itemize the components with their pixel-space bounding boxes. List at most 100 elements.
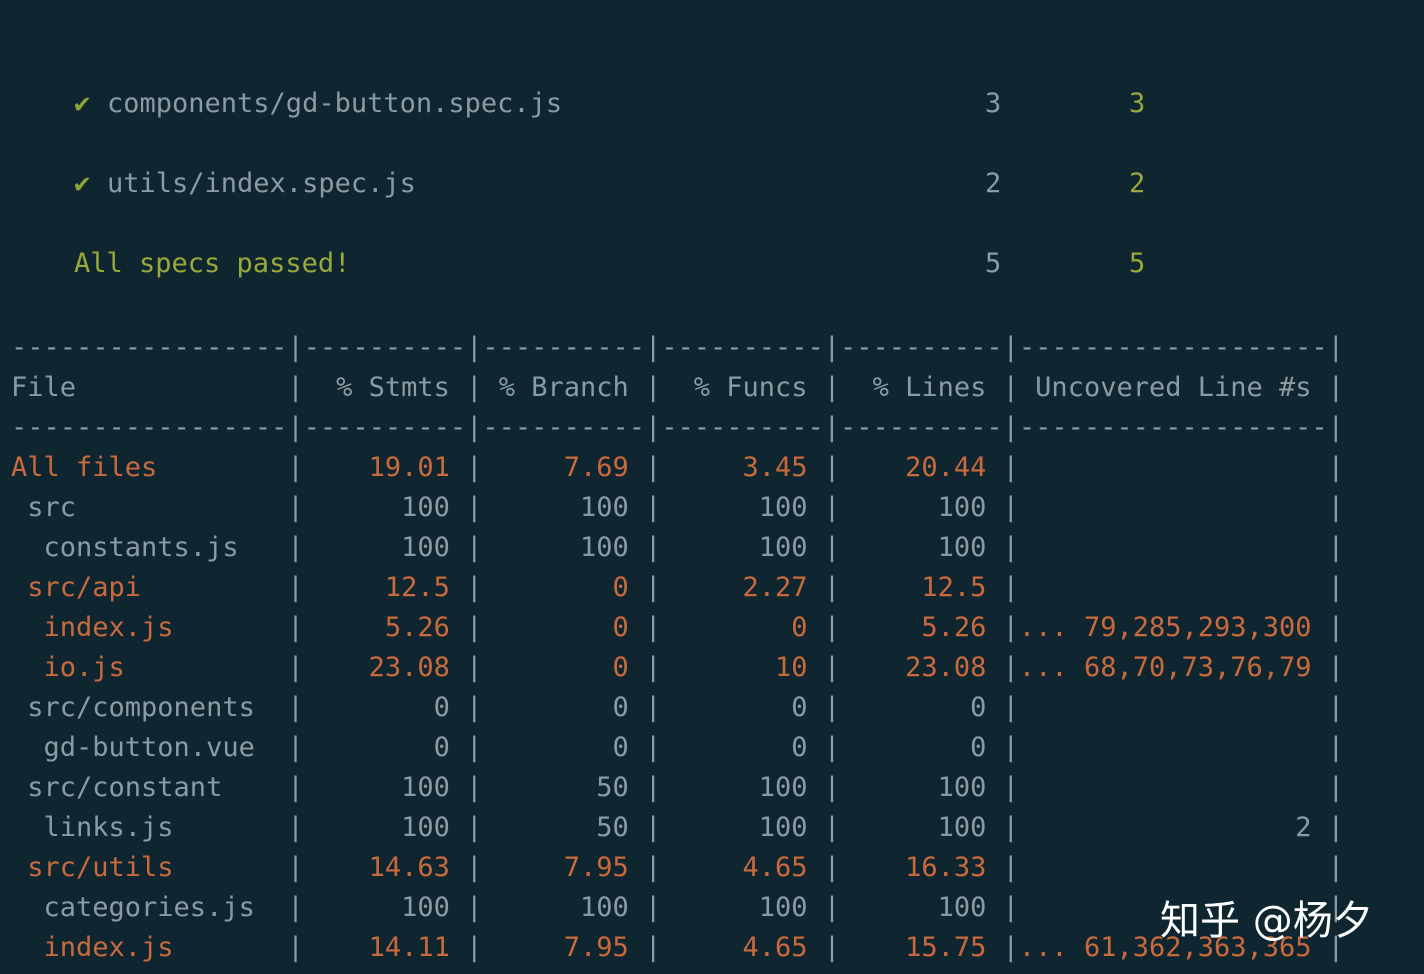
header-4: % Lines (840, 372, 1003, 403)
row-value: 100 (840, 892, 1003, 923)
column-divider: | (466, 652, 483, 683)
column-divider: | (287, 852, 304, 883)
row-value: 100 (303, 812, 467, 843)
table-row: src/utils | 14.63 | 7.95 | 4.65 | 16.33 … (11, 848, 1344, 888)
column-divider: | (466, 852, 483, 883)
row-value: 100 (840, 772, 1003, 803)
column-divider: | (1327, 772, 1345, 803)
column-divider: | (645, 692, 662, 723)
row-value: 100 (661, 892, 824, 923)
row-uncovered (1019, 492, 1328, 523)
column-divider: | (466, 772, 483, 803)
spec-name: utils/index.spec.js (107, 168, 416, 199)
table-row: All files | 19.01 | 7.69 | 3.45 | 20.44 … (11, 448, 1344, 488)
table-row: index.js | 5.26 | 0 | 0 | 5.26 |... 79,2… (11, 608, 1345, 648)
spec-passed: 3 (1129, 88, 1146, 119)
row-file: categories.js (11, 892, 288, 923)
table-row: index.js | 14.11 | 7.95 | 4.65 | 15.75 |… (11, 928, 1345, 968)
row-value: 100 (661, 492, 824, 523)
row-value: 7.95 (482, 852, 645, 883)
column-divider: | (1327, 372, 1345, 403)
column-divider: | (823, 492, 841, 523)
column-divider: | (823, 852, 841, 883)
row-uncovered (1019, 532, 1328, 563)
column-divider: | (466, 692, 483, 723)
table-row: io.js | 23.08 | 0 | 10 | 23.08 |... 68,7… (11, 648, 1345, 688)
column-divider: | (287, 932, 304, 963)
column-divider: | (287, 372, 304, 403)
column-divider: | (1002, 372, 1019, 403)
spec-name: components/gd-button.spec.js (107, 88, 563, 119)
table-row: gd-button.vue | 0 | 0 | 0 | 0 | | (11, 728, 1345, 768)
column-divider: | (287, 532, 304, 563)
table-separator: -----------------|----------|----------|… (11, 328, 1344, 368)
column-divider: | (287, 892, 304, 923)
row-file: constants.js (11, 532, 288, 563)
column-divider: | (1002, 812, 1019, 843)
row-file: src/components (11, 692, 288, 723)
row-uncovered (1019, 572, 1328, 603)
column-divider: | (645, 452, 662, 483)
row-value: 12.5 (303, 572, 467, 603)
column-divider: | (1002, 532, 1019, 563)
row-value: 0 (482, 652, 645, 683)
table-row: src/components | 0 | 0 | 0 | 0 | | (11, 688, 1344, 728)
row-value: 19.01 (303, 452, 467, 483)
column-divider: | (1327, 532, 1345, 563)
column-divider: | (287, 492, 304, 523)
row-file: index.js (11, 932, 288, 963)
column-divider: | (1002, 852, 1019, 883)
column-divider: | (823, 652, 841, 683)
column-divider: | (1327, 492, 1345, 523)
column-divider: | (823, 572, 841, 603)
column-divider: | (1327, 652, 1345, 683)
column-divider: | (1327, 812, 1345, 843)
column-divider: | (466, 572, 483, 603)
table-row: src/constant | 100 | 50 | 100 | 100 | | (11, 768, 1344, 808)
column-divider: | (645, 492, 662, 523)
column-divider: | (1327, 612, 1345, 643)
summary-total: 5 (985, 248, 1002, 279)
row-value: 7.95 (482, 932, 645, 963)
row-value: 100 (303, 892, 467, 923)
header-2: % Branch (482, 372, 645, 403)
column-divider: | (645, 612, 662, 643)
column-divider: | (823, 732, 841, 763)
column-divider: | (466, 372, 483, 403)
table-row: src/api | 12.5 | 0 | 2.27 | 12.5 | | (11, 568, 1344, 608)
spec-passed: 2 (1129, 168, 1146, 199)
column-divider: | (645, 372, 662, 403)
column-divider: | (1002, 612, 1019, 643)
row-value: 7.69 (482, 452, 645, 483)
header-3: % Funcs (661, 372, 824, 403)
column-divider: | (287, 572, 304, 603)
column-divider: | (823, 692, 841, 723)
row-file: src (11, 492, 288, 523)
row-file: src/utils (11, 852, 288, 883)
spec-total: 3 (985, 88, 1002, 119)
column-divider: | (823, 812, 841, 843)
header-5: Uncovered Line #s (1018, 372, 1328, 403)
column-divider: | (466, 932, 483, 963)
row-value: 0 (482, 732, 645, 763)
column-divider: | (466, 892, 483, 923)
row-uncovered (1019, 772, 1328, 803)
row-value: 100 (661, 772, 824, 803)
row-value: 100 (661, 532, 824, 563)
row-value: 100 (840, 532, 1003, 563)
row-value: 4.65 (661, 932, 824, 963)
row-value: 100 (840, 812, 1003, 843)
row-value: 100 (482, 892, 645, 923)
row-file: links.js (11, 812, 288, 843)
row-value: 2.27 (661, 572, 824, 603)
column-divider: | (823, 612, 841, 643)
separator-text: -----------------|----------|----------|… (11, 332, 1344, 363)
table-row: categories.js | 100 | 100 | 100 | 100 | … (11, 888, 1345, 928)
column-divider: | (466, 452, 483, 483)
row-file: src/api (11, 572, 288, 603)
row-uncovered (1019, 452, 1328, 483)
column-divider: | (1002, 732, 1019, 763)
column-divider: | (823, 532, 841, 563)
column-divider: | (1327, 452, 1345, 483)
column-divider: | (1327, 852, 1345, 883)
